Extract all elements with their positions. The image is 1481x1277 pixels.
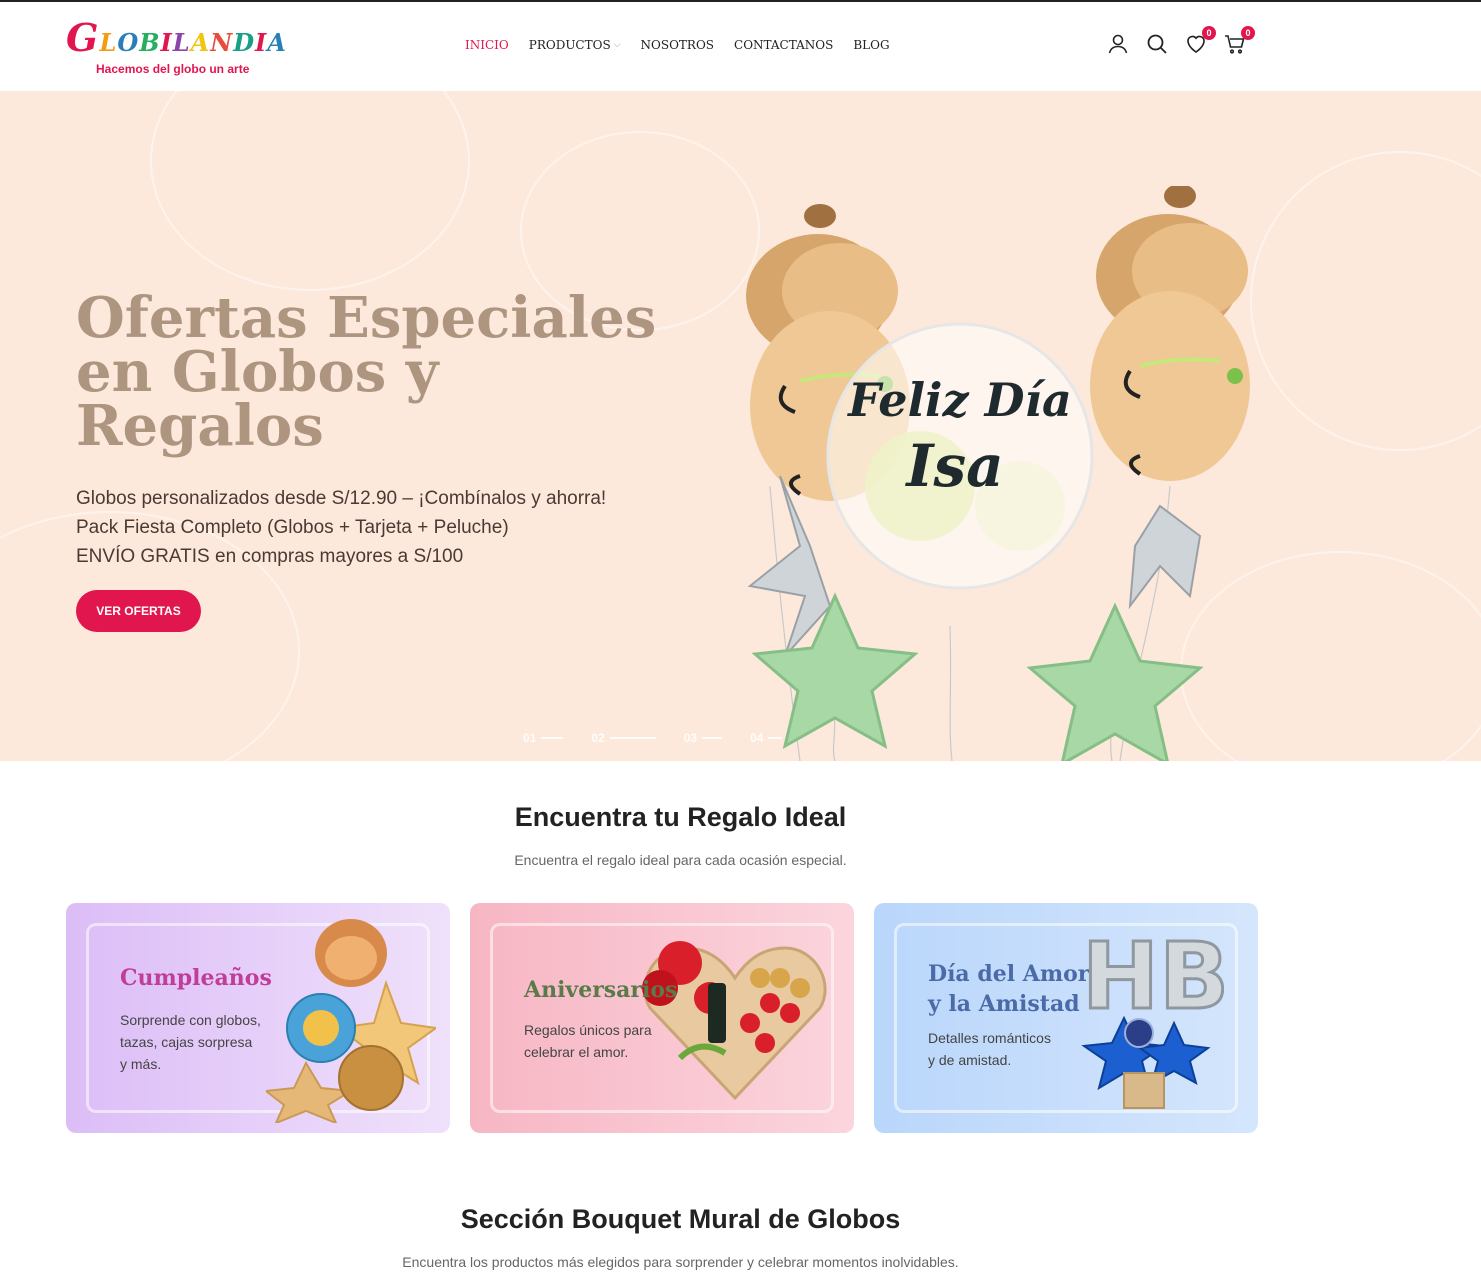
logo-wordmark: GLOBILANDIA: [66, 16, 287, 65]
background-swirl: [150, 91, 470, 291]
search-icon[interactable]: [1145, 32, 1171, 58]
card-description: Regalos únicos para celebrar el amor.: [524, 1019, 652, 1063]
logo-letter: I: [160, 28, 173, 57]
category-card-dia-del-amor[interactable]: Día del Amor y la Amistad Detalles román…: [874, 903, 1258, 1133]
hero-offer-line: Pack Fiesta Completo (Globos + Tarjeta +…: [76, 517, 509, 538]
card-desc-line: Sorprende con globos,: [120, 1012, 261, 1028]
nav-label: CONTACTANOS: [734, 38, 834, 52]
category-card-aniversarios[interactable]: Aniversarios Regalos únicos para celebra…: [470, 903, 854, 1133]
header-actions: 0 0: [1106, 26, 1262, 58]
site-header: GLOBILANDIA Hacemos del globo un arte IN…: [0, 2, 1481, 91]
card-desc-line: y más.: [120, 1056, 162, 1072]
slider-dot-bar: [768, 737, 783, 739]
slider-dot-02[interactable]: 02: [591, 731, 656, 745]
slider-dot-03[interactable]: 03: [683, 731, 723, 745]
hero-balloon-bouquet-image: Feliz Día Isa: [746, 186, 1250, 761]
main-nav: INICIO PRODUCTOS ⌵ NOSOTROS CONTACTANOS B…: [465, 38, 910, 52]
nav-label: NOSOTROS: [640, 38, 715, 52]
hero-slider: Ofertas Especiales en Globos y Regalos G…: [0, 91, 1481, 761]
nav-item-contactanos[interactable]: CONTACTANOS: [734, 38, 833, 52]
bouquet-section-subtitle: Encuentra los productos más elegidos par…: [402, 1254, 959, 1270]
logo-letter: D: [233, 28, 256, 57]
card-title: Aniversarios: [524, 977, 678, 1003]
logo-tagline: Hacemos del globo un arte: [96, 62, 250, 76]
card-title-line: y la Amistad: [928, 991, 1080, 1017]
gift-section-title: Encuentra tu Regalo Ideal: [514, 802, 847, 832]
card-desc-line: tazas, cajas sorpresa: [120, 1034, 253, 1050]
cart-count-badge: 0: [1241, 26, 1255, 40]
wishlist-count-badge: 0: [1202, 26, 1216, 40]
hero-title: Ofertas Especiales en Globos y Regalos: [76, 285, 657, 459]
birthday-balloons-image: [266, 919, 436, 1123]
bouquet-section-title: Sección Bouquet Mural de Globos: [460, 1204, 901, 1234]
hb-balloons-image: HB: [1081, 923, 1224, 1109]
brand-logo[interactable]: GLOBILANDIA Hacemos del globo un arte: [66, 16, 286, 80]
logo-letter: I: [255, 28, 268, 57]
card-description: Detalles románticos y de amistad.: [928, 1027, 1051, 1071]
card-title: Cumpleaños: [120, 965, 272, 991]
hb-balloon-letters: HB: [1082, 923, 1224, 1030]
logo-letter: O: [117, 28, 140, 57]
anniversary-gift-box-image: [642, 941, 827, 1101]
slider-pagination: 01 02 03 04: [523, 731, 810, 745]
nav-label: BLOG: [853, 38, 890, 52]
logo-letter: G: [66, 15, 100, 60]
logo-letter: L: [99, 28, 118, 57]
nav-label: PRODUCTOS: [528, 38, 611, 52]
slider-dot-label: 02: [591, 731, 605, 745]
cart-icon[interactable]: 0: [1223, 26, 1255, 58]
card-desc-line: celebrar el amor.: [524, 1044, 629, 1060]
balloon-text-1: Feliz Día: [846, 373, 1072, 427]
hero-offer-list: Globos personalizados desde S/12.90 – ¡C…: [76, 484, 606, 571]
slider-dot-label: 04: [750, 731, 764, 745]
logo-letter: B: [139, 28, 161, 57]
hero-offer-line: ENVÍO GRATIS en compras mayores a S/100: [76, 546, 464, 567]
user-icon[interactable]: [1106, 32, 1132, 58]
logo-letter: N: [210, 28, 234, 57]
slider-dot-bar: [609, 737, 656, 739]
card-desc-line: Detalles románticos: [928, 1030, 1051, 1046]
hero-offer-line: Globos personalizados desde S/12.90 – ¡C…: [76, 488, 607, 509]
card-description: Sorprende con globos, tazas, cajas sorpr…: [120, 1009, 261, 1075]
background-swirl: [1250, 151, 1481, 451]
slider-dot-label: 03: [683, 731, 698, 745]
slider-dot-bar: [702, 737, 723, 739]
slider-dot-bar: [541, 737, 564, 739]
card-desc-line: y de amistad.: [928, 1052, 1012, 1068]
nav-item-productos[interactable]: PRODUCTOS ⌵: [529, 38, 621, 52]
slider-dot-01[interactable]: 01: [523, 731, 564, 745]
gift-section-subtitle: Encuentra el regalo ideal para cada ocas…: [514, 852, 847, 868]
nav-item-blog[interactable]: BLOG: [853, 38, 889, 52]
card-title-line: Día del Amor: [928, 961, 1090, 987]
logo-letter: A: [190, 28, 211, 57]
balloon-text-2: Isa: [904, 432, 1003, 500]
slider-dot-label: 01: [523, 731, 537, 745]
heart-icon[interactable]: 0: [1184, 26, 1216, 58]
slider-dot-04[interactable]: 04: [750, 731, 783, 745]
chevron-down-icon: ⌵: [613, 40, 621, 50]
nav-item-nosotros[interactable]: NOSOTROS: [641, 38, 715, 52]
view-offers-button[interactable]: VER OFERTAS: [76, 590, 201, 632]
logo-letter: A: [267, 28, 287, 57]
card-title: Día del Amor y la Amistad: [928, 959, 1089, 1019]
nav-label: INICIO: [465, 38, 509, 52]
card-desc-line: Regalos únicos para: [524, 1022, 652, 1038]
logo-letter: L: [172, 28, 191, 57]
nav-item-inicio[interactable]: INICIO: [465, 38, 509, 52]
category-card-cumpleanos[interactable]: Cumpleaños Sorprende con globos, tazas, …: [66, 903, 450, 1133]
